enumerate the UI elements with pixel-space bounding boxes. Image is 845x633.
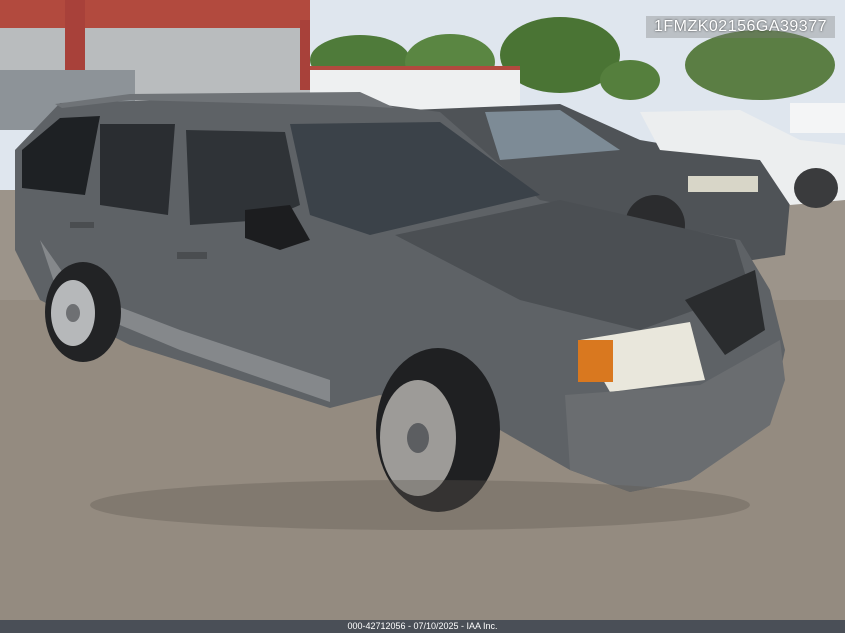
vin-overlay-text: 1FMZK02156GA39377 xyxy=(645,16,835,38)
footer-caption: 000-42712056 - 07/10/2025 - IAA Inc. xyxy=(347,621,498,631)
vehicle-photo xyxy=(0,0,845,620)
footer-caption-bar: 000-42712056 - 07/10/2025 - IAA Inc. xyxy=(0,620,845,633)
rear-wheel xyxy=(45,262,121,362)
